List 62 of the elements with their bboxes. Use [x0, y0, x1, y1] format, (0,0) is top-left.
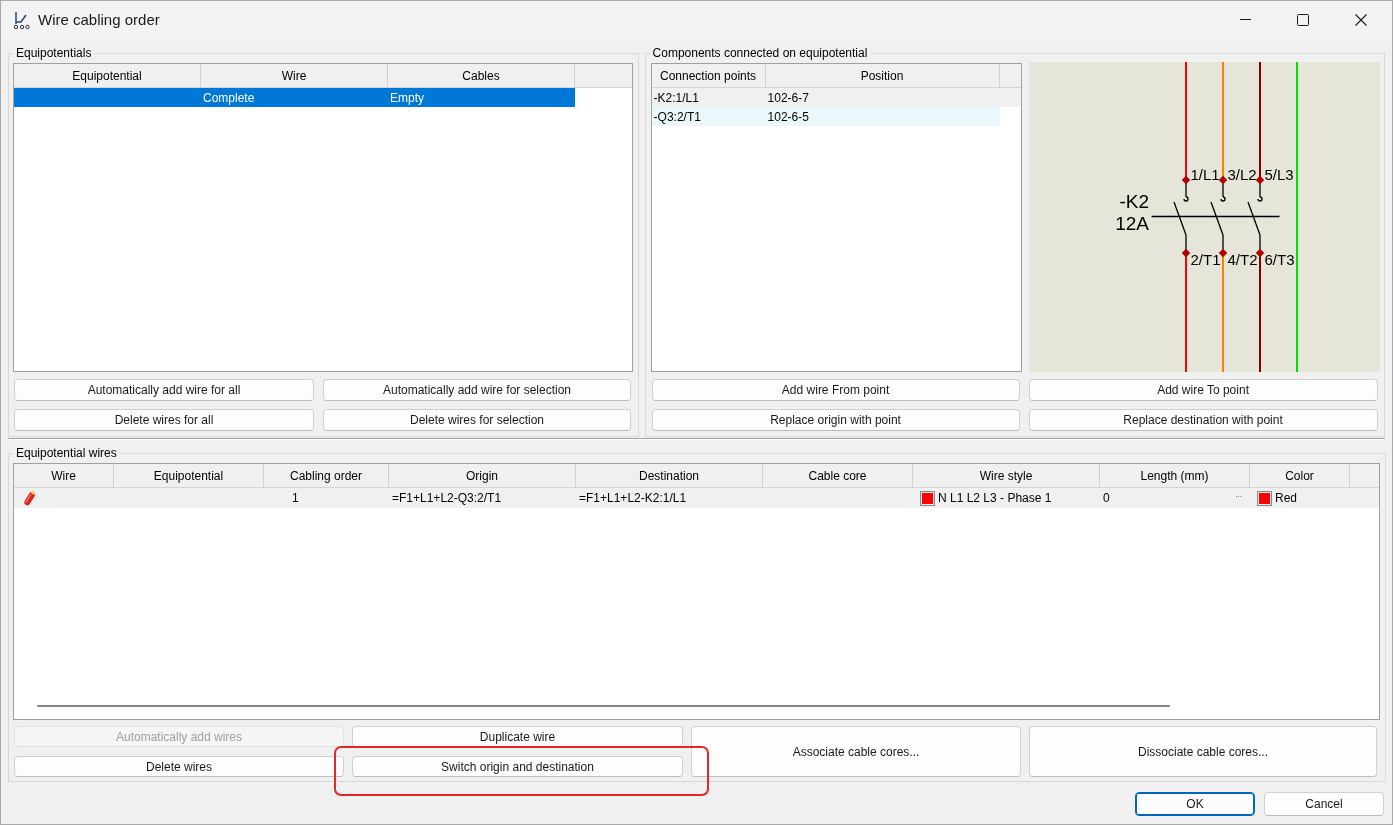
action-button[interactable]: Automatically add wire for all: [14, 379, 314, 401]
terminal-label: 6/T3: [1264, 251, 1295, 268]
action-button[interactable]: Duplicate wire: [352, 726, 683, 747]
action-button[interactable]: Replace destination with point: [1028, 409, 1378, 431]
group-title: Equipotentials: [15, 45, 93, 61]
table-cell: 0: [1103, 491, 1110, 505]
action-button[interactable]: Dissociate cable cores...: [1029, 726, 1377, 777]
column-header[interactable]: Wire style: [913, 464, 1100, 487]
action-button[interactable]: Automatically add wire for selection: [323, 379, 631, 401]
column-header[interactable]: Length (mm): [1100, 464, 1250, 487]
terminal-label: 4/T2: [1227, 251, 1258, 268]
terminal-label: 5/L3: [1264, 166, 1294, 183]
action-button[interactable]: Add wire From point: [651, 379, 1020, 401]
table-cell: Empty: [390, 90, 424, 105]
column-header[interactable]: Connection points: [651, 64, 766, 87]
column-header[interactable]: Origin: [389, 464, 576, 487]
action-button[interactable]: Delete wires for all: [14, 409, 314, 431]
terminal-label: 1/L1: [1190, 166, 1220, 183]
column-header[interactable]: Wire: [14, 464, 114, 487]
column-header[interactable]: Wire: [201, 64, 388, 87]
table-cell: -K2:1/L1: [653, 90, 699, 105]
table-cell: 102-6-5: [767, 109, 809, 124]
cancel-button[interactable]: Cancel: [1264, 792, 1384, 816]
column-header[interactable]: Position: [765, 64, 1000, 87]
table-cell: 102-6-7: [767, 90, 809, 105]
scrollbar-thumb[interactable]: [37, 704, 1170, 707]
terminal-label: 2/T1: [1190, 251, 1221, 268]
table-row[interactable]: 1 =F1+L1+L2-Q3:2/T1 =F1+L1+L2-K2:1/L1 N L1 L2 L3 - Phase 1 0 ... Red: [14, 488, 1379, 508]
ok-button[interactable]: OK: [1135, 792, 1255, 816]
group-title: Equipotential wires: [15, 445, 118, 461]
group-title: Components connected on equipotential: [651, 45, 869, 61]
table-cell: Complete: [203, 90, 255, 105]
table-row[interactable]: Complete Empty: [14, 88, 575, 107]
table-cell: Red: [1275, 491, 1297, 505]
maximize-icon: [1297, 13, 1309, 26]
column-header[interactable]: Destination: [576, 464, 763, 487]
window-title: Wire cabling order: [38, 11, 160, 28]
device-tag: -K2: [1118, 191, 1149, 212]
table-cell: N L1 L2 L3 - Phase 1: [938, 491, 1052, 505]
action-button[interactable]: Replace origin with point: [651, 409, 1020, 431]
column-header[interactable]: Cable core: [763, 464, 913, 487]
table-cell: =F1+L1+L2-K2:1/L1: [579, 491, 687, 505]
terminal-label: 3/L2: [1227, 166, 1257, 183]
close-icon: [1355, 13, 1367, 26]
more-button[interactable]: ...: [1235, 491, 1242, 499]
action-button[interactable]: Associate cable cores...: [691, 726, 1021, 777]
column-header[interactable]: Color: [1250, 464, 1350, 487]
column-header[interactable]: Equipotential: [14, 64, 201, 87]
table-cell: -Q3:2/T1: [653, 109, 701, 124]
table-cell: 1: [292, 491, 299, 505]
table-row[interactable]: -K2:1/L1 102-6-7: [651, 88, 1021, 107]
action-button[interactable]: Switch origin and destination: [352, 756, 683, 777]
table-cell: =F1+L1+L2-Q3:2/T1: [392, 491, 502, 505]
action-button[interactable]: Delete wires: [14, 756, 344, 777]
column-header[interactable]: Equipotential: [114, 464, 264, 487]
device-rating: 12A: [1114, 213, 1149, 234]
column-header[interactable]: Cables: [388, 64, 575, 87]
action-button[interactable]: Delete wires for selection: [323, 409, 631, 431]
action-button[interactable]: Add wire To point: [1028, 379, 1378, 401]
wiring-icon: [12, 9, 30, 30]
minimize-icon: [1239, 19, 1251, 20]
column-header[interactable]: Cabling order: [264, 464, 389, 487]
